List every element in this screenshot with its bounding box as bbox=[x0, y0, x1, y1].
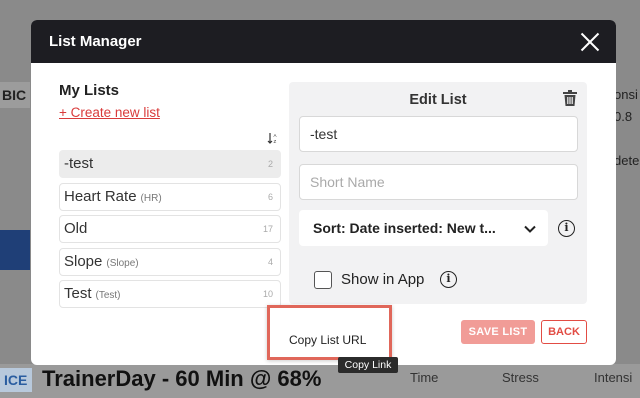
copy-list-url-item[interactable]: Copy List URL bbox=[289, 333, 366, 347]
list-item[interactable]: Slope (Slope) 4 bbox=[59, 247, 281, 276]
list-name-input[interactable] bbox=[299, 116, 578, 152]
list-item[interactable]: Old 17 bbox=[59, 215, 281, 243]
trash-icon[interactable] bbox=[563, 90, 577, 106]
modal-title: List Manager bbox=[49, 33, 142, 50]
list-item-short: (HR) bbox=[140, 192, 162, 204]
bg-chart-fragment bbox=[0, 230, 30, 270]
list-item-name: -test bbox=[64, 155, 94, 172]
bg-workout-title: TrainerDay - 60 Min @ 68% bbox=[42, 366, 322, 391]
bg-right-column: onsi 0.8 dete bbox=[614, 84, 640, 172]
close-icon[interactable] bbox=[580, 32, 600, 52]
bg-stat-stress: Stress bbox=[502, 370, 539, 385]
list-item-count: 6 bbox=[267, 191, 273, 202]
sort-az-icon[interactable]: A Z bbox=[267, 132, 279, 147]
show-in-app-checkbox[interactable] bbox=[314, 271, 332, 289]
svg-text:Z: Z bbox=[274, 139, 277, 144]
edit-list-title: Edit List bbox=[409, 92, 467, 108]
list-item-short: (Slope) bbox=[106, 257, 139, 269]
svg-text:A: A bbox=[274, 133, 277, 138]
bg-text bbox=[614, 128, 640, 150]
sort-select[interactable]: Sort: Date inserted: New t... bbox=[299, 210, 548, 246]
my-lists-heading: My Lists bbox=[59, 82, 120, 99]
list-item-name: Test bbox=[64, 285, 92, 302]
list-item-name: Slope bbox=[64, 252, 103, 270]
list-item[interactable]: -test 2 bbox=[59, 150, 281, 178]
back-button[interactable]: BACK bbox=[541, 320, 587, 344]
list-item-count: 17 bbox=[262, 224, 273, 234]
bg-text: dete bbox=[614, 153, 640, 168]
list-item-name: Heart Rate bbox=[64, 187, 137, 205]
list-item-name: Old bbox=[64, 220, 88, 237]
bg-stat-intensity: Intensi bbox=[594, 370, 633, 385]
list-item-count: 2 bbox=[267, 159, 273, 169]
bg-stat-time: Time bbox=[410, 370, 439, 385]
my-lists-panel: My Lists + Create new list A Z -test 2 H… bbox=[59, 82, 281, 308]
show-in-app-label: Show in App bbox=[341, 271, 425, 288]
short-name-input[interactable] bbox=[299, 164, 578, 200]
bg-ice-badge: ICE bbox=[0, 368, 32, 392]
list-item-count: 4 bbox=[267, 256, 273, 267]
sort-info-icon[interactable]: i bbox=[558, 220, 575, 237]
edit-list-panel: Edit List Sort: Date inserted: New t... … bbox=[289, 82, 587, 304]
bg-badge: BIC bbox=[0, 82, 30, 108]
modal-header: List Manager bbox=[31, 20, 616, 63]
list-item-short: (Test) bbox=[95, 290, 121, 301]
list-item[interactable]: Heart Rate (HR) 6 bbox=[59, 182, 281, 211]
sort-select-value: Sort: Date inserted: New t... bbox=[313, 220, 496, 236]
list-item-count: 10 bbox=[262, 289, 273, 299]
save-list-button[interactable]: SAVE LIST bbox=[461, 320, 535, 344]
create-new-list-link[interactable]: + Create new list bbox=[59, 105, 160, 120]
list-item[interactable]: Test (Test) 10 bbox=[59, 280, 281, 308]
context-popup: Copy List URL bbox=[267, 305, 392, 360]
chevron-down-icon bbox=[524, 222, 536, 234]
bg-text: 0.8 bbox=[614, 109, 633, 124]
bg-text: onsi bbox=[614, 87, 638, 102]
lists-list: -test 2 Heart Rate (HR) 6 Old 17 Slope (Sl… bbox=[59, 150, 281, 318]
copy-link-tooltip: Copy Link bbox=[338, 357, 398, 373]
show-in-app-info-icon[interactable]: i bbox=[440, 271, 457, 288]
